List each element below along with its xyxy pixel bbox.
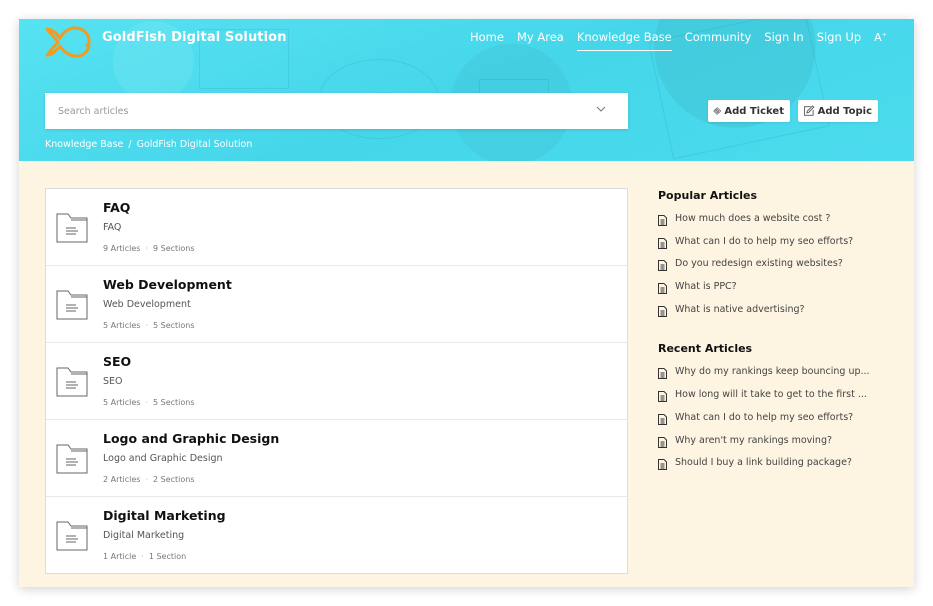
folder-icon xyxy=(56,444,88,474)
category-item[interactable]: Web Development Web Development 5 Articl… xyxy=(46,266,627,343)
category-item[interactable]: Digital Marketing Digital Marketing 1 Ar… xyxy=(46,497,627,574)
category-list: FAQ FAQ 9 Articles · 9 Sections Web Develo… xyxy=(45,188,628,574)
category-stats: 5 Articles · 5 Sections xyxy=(103,398,195,407)
document-icon xyxy=(658,368,667,380)
category-stats: 2 Articles · 2 Sections xyxy=(103,475,195,484)
category-item[interactable]: FAQ FAQ 9 Articles · 9 Sections xyxy=(46,189,627,266)
article-link[interactable]: How much does a website cost ? xyxy=(675,213,830,224)
document-icon xyxy=(658,260,667,272)
folder-icon xyxy=(56,521,88,551)
chevron-down-icon[interactable] xyxy=(596,105,606,113)
popular-articles-heading: Popular Articles xyxy=(658,189,758,202)
folder-icon xyxy=(56,290,88,320)
recent-articles-heading: Recent Articles xyxy=(658,342,753,356)
document-icon xyxy=(658,237,667,249)
brand-name[interactable]: GoldFish Digital Solution xyxy=(102,30,287,45)
popular-articles-list: How much does a website cost ? What can … xyxy=(658,213,888,326)
nav-my-area[interactable]: My Area xyxy=(517,30,564,44)
popular-article-item[interactable]: What is native advertising? xyxy=(658,304,888,327)
article-link[interactable]: Do you redesign existing websites? xyxy=(675,258,843,269)
article-link[interactable]: Should I buy a link building package? xyxy=(675,457,852,468)
font-size-icon[interactable]: A+ xyxy=(874,31,887,45)
category-title[interactable]: SEO xyxy=(103,354,131,369)
font-size-label: A xyxy=(874,31,882,44)
popular-article-item[interactable]: Do you redesign existing websites? xyxy=(658,258,888,281)
article-count: 5 Articles xyxy=(103,398,141,407)
folder-icon xyxy=(56,367,88,397)
article-count: 2 Articles xyxy=(103,475,141,484)
nav-home[interactable]: Home xyxy=(470,30,504,44)
ticket-icon xyxy=(713,107,722,115)
document-icon xyxy=(658,215,667,226)
breadcrumb-current[interactable]: GoldFish Digital Solution xyxy=(137,139,253,150)
recent-article-item[interactable]: Why do my rankings keep bouncing up... xyxy=(658,366,888,389)
article-link[interactable]: What can I do to help my seo efforts? xyxy=(675,236,853,247)
category-item[interactable]: SEO SEO 5 Articles · 5 Sections xyxy=(46,343,627,420)
category-title[interactable]: FAQ xyxy=(103,200,130,215)
popular-article-item[interactable]: What is PPC? xyxy=(658,281,888,304)
add-ticket-label: Add Ticket xyxy=(724,105,784,117)
add-topic-button[interactable]: Add Topic xyxy=(798,100,878,122)
section-count: 9 Sections xyxy=(153,244,195,253)
section-count: 5 Sections xyxy=(153,398,195,407)
nav-knowledge-base[interactable]: Knowledge Base xyxy=(576,30,672,51)
popular-article-item[interactable]: What can I do to help my seo efforts? xyxy=(658,236,888,259)
article-link[interactable]: How long will it take to get to the firs… xyxy=(675,389,867,400)
page-frame: GoldFish Digital Solution Home My Area K… xyxy=(19,19,914,587)
section-count: 1 Section xyxy=(148,552,187,561)
nav-sign-in[interactable]: Sign In xyxy=(764,30,803,44)
category-item[interactable]: Logo and Graphic Design Logo and Graphic… xyxy=(46,420,627,497)
document-icon xyxy=(658,436,667,448)
recent-article-item[interactable]: Why aren't my rankings moving? xyxy=(658,435,888,458)
add-ticket-button[interactable]: Add Ticket xyxy=(708,100,790,122)
popular-article-item[interactable]: How much does a website cost ? xyxy=(658,213,888,236)
article-link[interactable]: Why aren't my rankings moving? xyxy=(675,435,832,446)
document-icon xyxy=(658,459,667,471)
main-nav: Home My Area Knowledge Base Community Si… xyxy=(470,30,887,51)
article-link[interactable]: What can I do to help my seo efforts? xyxy=(675,412,853,423)
category-title[interactable]: Logo and Graphic Design xyxy=(103,431,279,446)
breadcrumb-knowledge-base[interactable]: Knowledge Base xyxy=(45,139,123,150)
category-description: Digital Marketing xyxy=(103,530,185,541)
article-count: 1 Article xyxy=(103,552,137,561)
section-count: 2 Sections xyxy=(153,475,195,484)
article-count: 5 Articles xyxy=(103,321,141,330)
category-title[interactable]: Digital Marketing xyxy=(103,508,226,523)
category-description: Logo and Graphic Design xyxy=(103,453,223,464)
breadcrumb: Knowledge Base / GoldFish Digital Solution xyxy=(45,139,252,150)
goldfish-logo-icon[interactable] xyxy=(44,25,92,59)
recent-article-item[interactable]: What can I do to help my seo efforts? xyxy=(658,412,888,435)
nav-community[interactable]: Community xyxy=(685,30,752,44)
category-description: Web Development xyxy=(103,299,191,310)
sidebar: Popular Articles How much does a website… xyxy=(658,189,888,480)
category-description: FAQ xyxy=(103,222,122,233)
category-stats: 9 Articles · 9 Sections xyxy=(103,244,195,253)
document-icon xyxy=(658,391,667,403)
recent-articles-list: Why do my rankings keep bouncing up... H… xyxy=(658,366,888,479)
folder-icon xyxy=(56,213,88,243)
category-description: SEO xyxy=(103,376,123,387)
breadcrumb-separator: / xyxy=(128,139,132,150)
hero-banner: GoldFish Digital Solution Home My Area K… xyxy=(19,19,914,161)
search-input[interactable] xyxy=(45,93,585,129)
document-icon xyxy=(658,283,667,295)
article-link[interactable]: What is PPC? xyxy=(675,281,737,292)
article-link[interactable]: What is native advertising? xyxy=(675,304,805,315)
section-count: 5 Sections xyxy=(153,321,195,330)
search-box xyxy=(45,93,628,129)
recent-article-item[interactable]: Should I buy a link building package? xyxy=(658,457,888,480)
recent-article-item[interactable]: How long will it take to get to the firs… xyxy=(658,389,888,412)
article-count: 9 Articles xyxy=(103,244,141,253)
category-stats: 1 Article · 1 Section xyxy=(103,552,187,561)
category-stats: 5 Articles · 5 Sections xyxy=(103,321,195,330)
document-icon xyxy=(658,413,667,425)
article-link[interactable]: Why do my rankings keep bouncing up... xyxy=(675,366,870,377)
category-title[interactable]: Web Development xyxy=(103,277,232,292)
add-topic-label: Add Topic xyxy=(817,105,872,117)
edit-icon xyxy=(804,105,815,116)
nav-sign-up[interactable]: Sign Up xyxy=(817,30,861,44)
document-icon xyxy=(658,305,667,317)
